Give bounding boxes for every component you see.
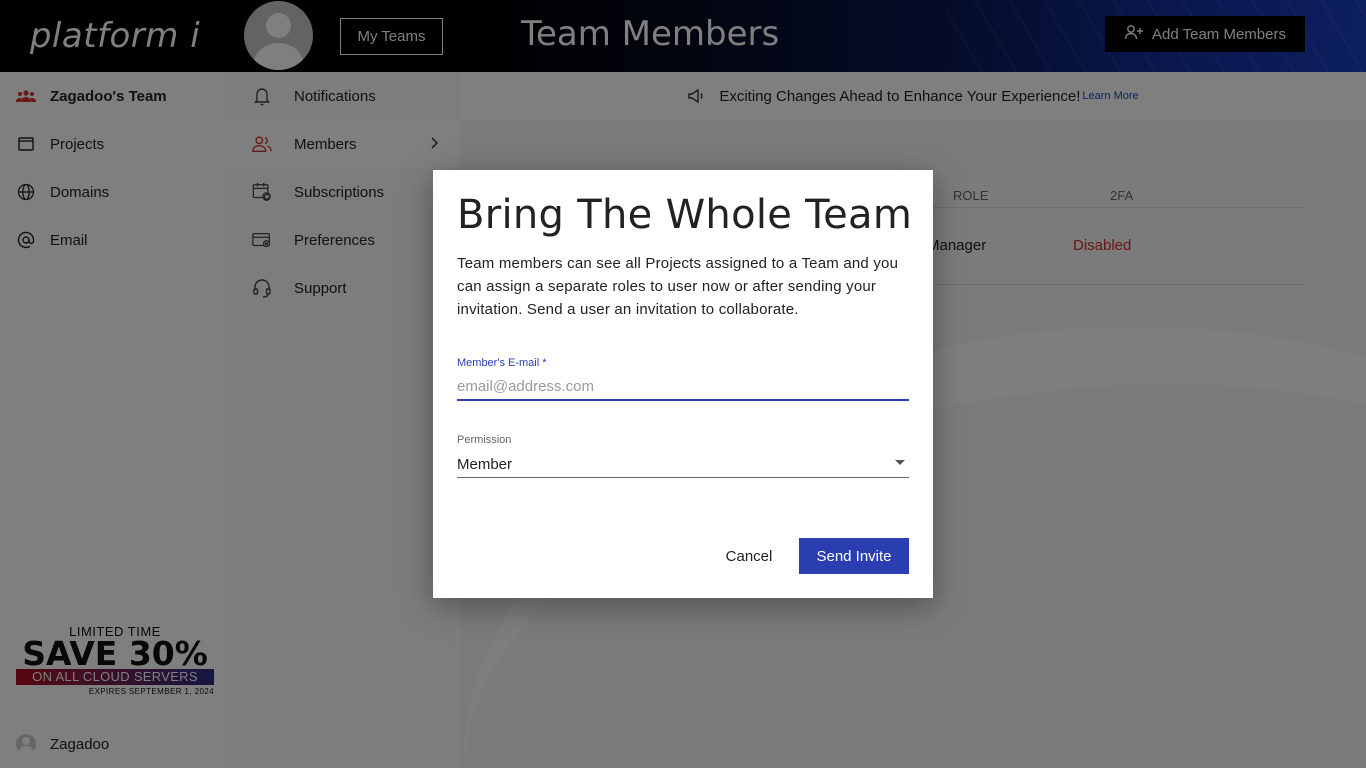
send-invite-button[interactable]: Send Invite <box>799 538 909 574</box>
invite-member-dialog: Bring The Whole Team Team members can se… <box>433 170 933 598</box>
permission-value: Member <box>457 455 513 473</box>
permission-select[interactable]: Member <box>457 451 909 478</box>
cancel-button[interactable]: Cancel <box>710 538 788 574</box>
dialog-description: Team members can see all Projects assign… <box>457 255 899 318</box>
permission-label: Permission <box>457 434 512 446</box>
email-field-label: Member's E-mail * <box>457 357 547 369</box>
email-field[interactable] <box>457 374 909 401</box>
dialog-title: Bring The Whole Team <box>457 192 913 238</box>
caret-down-icon <box>895 460 905 465</box>
